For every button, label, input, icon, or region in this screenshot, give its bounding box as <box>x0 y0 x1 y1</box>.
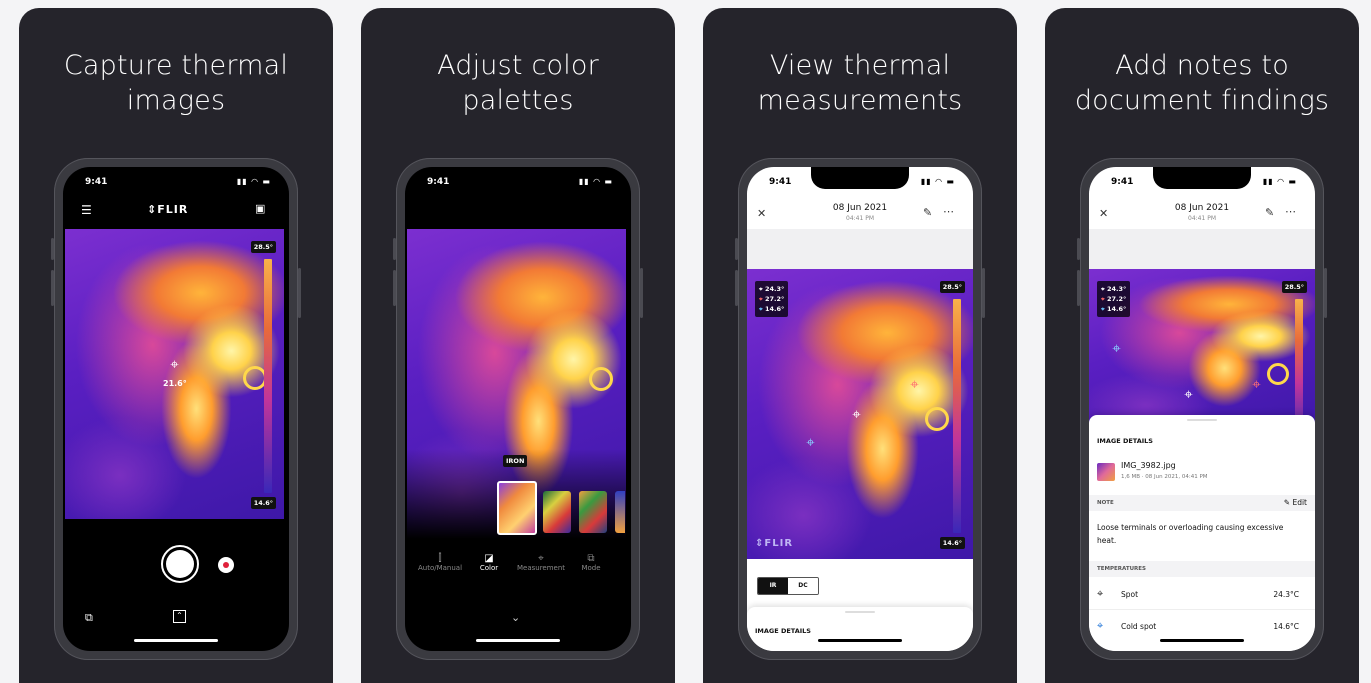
spot-temperature: 21.6° <box>163 379 187 388</box>
home-indicator <box>134 639 218 642</box>
phone-mockup: 9:41 ▮▮ ◠ ▬ ✕ 08 Jun 2021 04:41 PM ✎ ⋯ ⌖… <box>1077 158 1327 660</box>
note-header: NOTE ✎ Edit <box>1089 495 1315 511</box>
phone-screen: 9:41 ▮▮ ◠ ▬ ✕ 08 Jun 2021 04:41 PM ✎ ⋯ ⌖… <box>1089 167 1315 651</box>
image-thumbnail <box>1097 463 1115 481</box>
temperatures-header: TEMPERATURES <box>1089 561 1315 577</box>
mode-dc-button[interactable]: DC <box>788 578 818 594</box>
section-title: IMAGE DETAILS <box>1097 437 1153 445</box>
edit-pencil-icon[interactable]: ✎ <box>923 206 932 219</box>
panel-headline: Adjust color palettes <box>437 50 599 116</box>
hot-spot-crosshair-icon[interactable]: ⌖ <box>1249 377 1264 392</box>
phone-mockup: 9:41 ▮▮ ◠ ▬ IRON ⫿ Auto/Manual ◪ Color ⌖… <box>393 158 643 660</box>
scale-max-label: 28.5° <box>939 281 965 293</box>
record-video-button[interactable] <box>218 557 234 573</box>
panel-headline: Capture thermal images <box>63 50 289 116</box>
home-indicator <box>476 639 560 642</box>
image-date: 08 Jun 2021 <box>832 203 888 213</box>
spot-crosshair-icon[interactable]: ⌖ <box>849 407 864 422</box>
temperature-scale <box>953 299 961 533</box>
scale-max-label: 28.5° <box>1281 281 1307 293</box>
thermal-viewfinder[interactable]: 28.5° 14.6° ⌖ 21.6° <box>65 229 284 519</box>
tool-bar: ⫿ Auto/Manual ◪ Color ⌖ Measurement ⧉ Mo… <box>405 553 631 583</box>
gallery-icon[interactable]: ▣ <box>255 202 265 215</box>
crosshair-icon: ⌖ <box>538 553 544 564</box>
cold-spot-crosshair-icon[interactable]: ⌖ <box>1109 341 1124 356</box>
palette-thumb-iron[interactable] <box>497 481 537 535</box>
tool-color[interactable]: ◪ Color <box>471 553 507 572</box>
palette-thumb-rainbow[interactable] <box>543 491 571 533</box>
palette-thumb-arctic[interactable] <box>579 491 607 533</box>
palette-icon: ◪ <box>484 553 494 564</box>
screenshot-panel-measurements: View thermal measurements 9:41 ▮▮ ◠ ▬ ✕ … <box>703 8 1017 683</box>
palette-name-label: IRON <box>503 455 528 467</box>
hot-spot-crosshair-icon[interactable]: ⌖ <box>907 377 922 392</box>
shutter-button[interactable] <box>161 545 199 583</box>
details-sheet[interactable]: IMAGE DETAILS <box>747 607 973 651</box>
scale-max-label: 28.5° <box>250 241 276 253</box>
temperature-scale <box>1295 299 1303 429</box>
scale-min-label: 14.6° <box>250 497 276 509</box>
thermal-image[interactable]: ⌖ 24.3° ⌖ 27.2° ⌖ 14.6° 28.5° 14.6° ⌖ ⌖ … <box>747 269 973 559</box>
tool-measurement[interactable]: ⌖ Measurement <box>515 553 567 572</box>
readings-box: ⌖ 24.3° ⌖ 27.2° ⌖ 14.6° <box>755 281 789 317</box>
readings-box: ⌖ 24.3° ⌖ 27.2° ⌖ 14.6° <box>1097 281 1131 317</box>
spot-crosshair-icon: ⌖ <box>170 355 179 373</box>
edit-pencil-icon[interactable]: ✎ <box>1265 206 1274 219</box>
more-icon[interactable]: ⋯ <box>943 205 954 218</box>
slider-icon: ⫿ <box>438 553 442 564</box>
chevron-down-icon[interactable]: ⌄ <box>511 611 520 624</box>
temperature-row[interactable]: ⌖ Cold spot 14.6°C <box>1089 611 1315 641</box>
flir-watermark: ⇕FLIR <box>755 538 794 549</box>
menu-icon[interactable]: ☰ <box>81 203 92 217</box>
cold-crosshair-icon: ⌖ <box>1097 619 1104 632</box>
home-indicator <box>818 639 902 642</box>
phone-screen: 9:41 ▮▮ ◠ ▬ IRON ⫿ Auto/Manual ◪ Color ⌖… <box>405 167 631 651</box>
thermal-image[interactable]: ⌖ 24.3° ⌖ 27.2° ⌖ 14.6° 28.5° ⌖ ⌖ ⌖ <box>1089 269 1315 429</box>
more-icon[interactable]: ⋯ <box>1285 205 1296 218</box>
spot-crosshair-icon[interactable]: ⌖ <box>1181 387 1196 402</box>
phone-screen: 9:41 ▮▮ ◠ ▬ ☰ ⇕FLIR ▣ 28.5° 14.6° ⌖ 21.6… <box>63 167 289 651</box>
panel-headline: View thermal measurements <box>757 50 963 116</box>
phone-mockup: 9:41 ▮▮ ◠ ▬ ✕ 08 Jun 2021 04:41 PM ✎ ⋯ ⌖… <box>735 158 985 660</box>
image-time: 04:41 PM <box>846 215 874 222</box>
phone-mockup: 9:41 ▮▮ ◠ ▬ ☰ ⇕FLIR ▣ 28.5° 14.6° ⌖ 21.6… <box>51 158 301 660</box>
note-text[interactable]: Loose terminals or overloading causing e… <box>1097 521 1293 547</box>
edit-note-button[interactable]: ✎ Edit <box>1284 498 1307 507</box>
pencil-icon: ✎ <box>1283 498 1291 507</box>
temperature-scale <box>264 259 272 493</box>
layers-icon: ⧉ <box>587 553 595 564</box>
scale-min-label: 14.6° <box>939 537 965 549</box>
screenshot-panel-capture: Capture thermal images 9:41 ▮▮ ◠ ▬ ☰ ⇕FL… <box>19 8 333 683</box>
temperature-row[interactable]: ⌖ Spot 24.3°C <box>1089 579 1315 610</box>
palette-thumb-more[interactable] <box>615 491 625 533</box>
file-meta: 1,6 MB · 08 Jun 2021, 04:41 PM <box>1121 474 1208 480</box>
screenshot-panel-palettes: Adjust color palettes 9:41 ▮▮ ◠ ▬ IRON ⫿… <box>361 8 675 683</box>
expand-icon[interactable]: ⌃ <box>173 610 186 623</box>
mode-ir-button[interactable]: IR <box>758 578 788 594</box>
tool-mode[interactable]: ⧉ Mode <box>573 553 609 572</box>
screenshot-panel-notes: Add notes to document findings 9:41 ▮▮ ◠… <box>1045 8 1359 683</box>
image-date: 08 Jun 2021 <box>1174 203 1230 213</box>
file-name: IMG_3982.jpg <box>1121 461 1176 470</box>
mode-toggle: IR DC <box>757 577 819 595</box>
switch-camera-icon[interactable]: ⧉ <box>85 611 93 625</box>
flir-logo: ⇕FLIR <box>147 203 189 216</box>
phone-screen: 9:41 ▮▮ ◠ ▬ ✕ 08 Jun 2021 04:41 PM ✎ ⋯ ⌖… <box>747 167 973 651</box>
home-indicator <box>1160 639 1244 642</box>
panel-headline: Add notes to document findings <box>1074 50 1330 116</box>
cold-spot-crosshair-icon[interactable]: ⌖ <box>803 435 818 450</box>
thermal-viewfinder[interactable]: IRON <box>407 229 626 539</box>
crosshair-icon: ⌖ <box>1097 587 1104 600</box>
tool-auto-manual[interactable]: ⫿ Auto/Manual <box>417 553 463 572</box>
details-sheet[interactable]: IMAGE DETAILS IMG_3982.jpg 1,6 MB · 08 J… <box>1089 415 1315 651</box>
section-title: IMAGE DETAILS <box>755 627 811 635</box>
image-time: 04:41 PM <box>1188 215 1216 222</box>
status-bar: 9:41 ▮▮ ◠ ▬ <box>427 177 613 187</box>
status-bar: 9:41 ▮▮ ◠ ▬ <box>85 177 271 187</box>
